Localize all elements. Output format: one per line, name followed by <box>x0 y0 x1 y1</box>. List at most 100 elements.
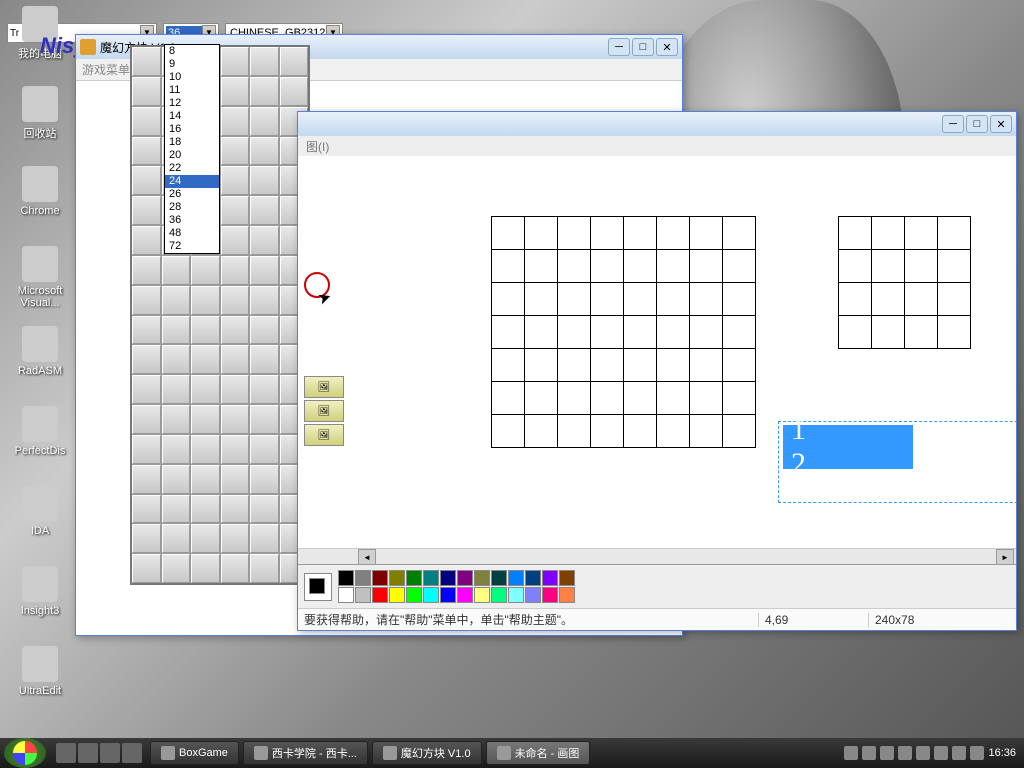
tool-icon[interactable]: 🖼 <box>304 424 344 446</box>
size-option[interactable]: 24 <box>165 175 219 188</box>
size-option[interactable]: 18 <box>165 136 219 149</box>
size-option[interactable]: 22 <box>165 162 219 175</box>
palette-color[interactable] <box>559 570 575 586</box>
palette-color[interactable] <box>372 570 388 586</box>
size-option[interactable]: 16 <box>165 123 219 136</box>
palette-color[interactable] <box>542 587 558 603</box>
size-option[interactable]: 8 <box>165 45 219 58</box>
taskbar-task[interactable]: 未命名 - 画图 <box>486 741 591 765</box>
taskbar-task[interactable]: BoxGame <box>150 741 239 765</box>
minimize-button[interactable]: ─ <box>942 115 964 133</box>
maximize-button[interactable]: □ <box>966 115 988 133</box>
desktop-icon[interactable]: UltraEdit <box>10 646 70 697</box>
quick-launch-icon[interactable] <box>78 743 98 763</box>
desktop-icon[interactable]: PerfectDis <box>10 406 70 457</box>
tray-icon[interactable] <box>898 746 912 760</box>
size-option[interactable]: 12 <box>165 97 219 110</box>
palette-color[interactable] <box>406 570 422 586</box>
desktop-icon[interactable]: Insight3 <box>10 566 70 617</box>
task-label: 未命名 - 画图 <box>515 745 580 761</box>
tray-icon[interactable] <box>934 746 948 760</box>
palette-color[interactable] <box>423 570 439 586</box>
palette-color[interactable] <box>542 570 558 586</box>
icon-label: RadASM <box>10 365 70 377</box>
quick-launch-icon[interactable] <box>100 743 120 763</box>
tray-icon[interactable] <box>916 746 930 760</box>
quick-launch-icon[interactable] <box>122 743 142 763</box>
close-button[interactable]: ✕ <box>990 115 1012 133</box>
desktop-icon[interactable]: Microsoft Visual... <box>10 246 70 309</box>
size-option[interactable]: 20 <box>165 149 219 162</box>
quick-launch-icon[interactable] <box>56 743 76 763</box>
palette-color[interactable] <box>389 570 405 586</box>
app-icon <box>22 246 58 282</box>
paint-canvas[interactable]: 1 2 <box>358 156 1012 532</box>
tool-icon[interactable]: 🖼 <box>304 400 344 422</box>
tray-icon[interactable] <box>970 746 984 760</box>
tray-icon[interactable] <box>862 746 876 760</box>
palette-color[interactable] <box>440 587 456 603</box>
size-option[interactable]: 9 <box>165 58 219 71</box>
size-option[interactable]: 28 <box>165 201 219 214</box>
taskbar: BoxGame 西卡学院 - 西卡... 魔幻方块 V1.0 未命名 - 画图 16:… <box>0 738 1024 768</box>
desktop-icon[interactable]: RadASM <box>10 326 70 377</box>
taskbar-task[interactable]: 魔幻方块 V1.0 <box>372 741 482 765</box>
close-button[interactable]: ✕ <box>656 38 678 56</box>
palette-color[interactable] <box>508 587 524 603</box>
palette-color[interactable] <box>559 587 575 603</box>
horizontal-scrollbar[interactable] <box>298 548 1016 564</box>
task-label: 魔幻方块 V1.0 <box>401 745 471 761</box>
size-option[interactable]: 26 <box>165 188 219 201</box>
size-option[interactable]: 36 <box>165 214 219 227</box>
palette-color[interactable] <box>474 587 490 603</box>
desktop-icon[interactable]: IDA <box>10 486 70 537</box>
size-option[interactable]: 14 <box>165 110 219 123</box>
app-icon <box>22 406 58 442</box>
canvas-grid-small <box>838 216 970 348</box>
size-option[interactable]: 48 <box>165 227 219 240</box>
desktop-icon[interactable]: 回收站 <box>10 86 70 141</box>
tray-icon[interactable] <box>880 746 894 760</box>
paint-titlebar[interactable]: ─ □ ✕ <box>298 112 1016 136</box>
clock[interactable]: 16:36 <box>988 747 1016 759</box>
palette-color[interactable] <box>525 570 541 586</box>
palette-color[interactable] <box>491 570 507 586</box>
start-button[interactable] <box>4 738 46 768</box>
color-palette-row <box>298 564 1016 608</box>
palette-color[interactable] <box>457 570 473 586</box>
taskbar-task[interactable]: 西卡学院 - 西卡... <box>243 741 368 765</box>
task-label: 西卡学院 - 西卡... <box>272 745 357 761</box>
tray-icon[interactable] <box>844 746 858 760</box>
palette-color[interactable] <box>338 570 354 586</box>
palette-color[interactable] <box>338 587 354 603</box>
current-color[interactable] <box>304 573 332 601</box>
desktop-icon[interactable]: Chrome <box>10 166 70 217</box>
text-selection[interactable]: 1 2 <box>778 421 1016 503</box>
palette-color[interactable] <box>355 570 371 586</box>
palette-color[interactable] <box>525 587 541 603</box>
palette-color[interactable] <box>355 587 371 603</box>
palette-color[interactable] <box>457 587 473 603</box>
tray-icon[interactable] <box>952 746 966 760</box>
size-option[interactable]: 10 <box>165 71 219 84</box>
palette-color[interactable] <box>372 587 388 603</box>
palette-color[interactable] <box>440 570 456 586</box>
system-tray: 16:36 <box>836 746 1024 760</box>
palette-color[interactable] <box>406 587 422 603</box>
text-content[interactable]: 1 2 <box>783 425 913 469</box>
task-icon <box>161 746 175 760</box>
maximize-button[interactable]: □ <box>632 38 654 56</box>
size-option[interactable]: 11 <box>165 84 219 97</box>
paint-toolbox: 🖼 🖼 🖼 <box>304 376 350 448</box>
palette-color[interactable] <box>389 587 405 603</box>
palette-color[interactable] <box>423 587 439 603</box>
menu-image[interactable]: 图(I) <box>306 138 329 155</box>
palette-color[interactable] <box>508 570 524 586</box>
tool-icon[interactable]: 🖼 <box>304 376 344 398</box>
paint-statusbar: 要获得帮助，请在"帮助"菜单中，单击"帮助主题"。 4,69 240x78 <box>298 608 1016 630</box>
icon-label: Insight3 <box>10 605 70 617</box>
palette-color[interactable] <box>491 587 507 603</box>
size-option[interactable]: 72 <box>165 240 219 253</box>
minimize-button[interactable]: ─ <box>608 38 630 56</box>
palette-color[interactable] <box>474 570 490 586</box>
